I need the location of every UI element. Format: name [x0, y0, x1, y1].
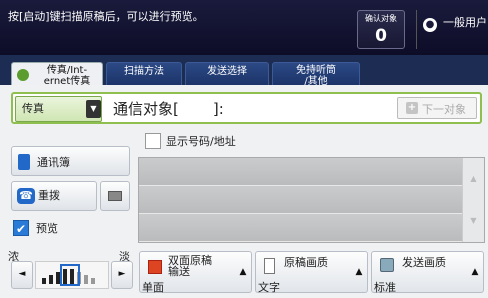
- scroll-down-icon[interactable]: ▼: [462, 200, 484, 242]
- quality-value: 文字: [258, 281, 280, 294]
- chevron-down-icon: ▼: [86, 100, 101, 118]
- darkness-step: [84, 275, 88, 284]
- tab-scan-method[interactable]: 扫描方法: [106, 62, 182, 85]
- scroll-up-icon[interactable]: ▲: [462, 158, 484, 200]
- checkmark-icon: ✔: [13, 220, 29, 236]
- address-book-label: 通讯簿: [37, 156, 70, 169]
- send-type-value: 传真: [22, 102, 44, 115]
- redial-button[interactable]: ☎ 重拨: [11, 181, 97, 211]
- plus-icon: +: [406, 102, 418, 114]
- quality-title: 原稿画质: [284, 256, 328, 269]
- phone-icon: ☎: [17, 188, 35, 204]
- darkness-step: [42, 278, 46, 284]
- recipient-list: ▲ ▼: [138, 157, 485, 243]
- darkness-indicator: [60, 264, 80, 286]
- arrow-right-icon: ►: [118, 269, 126, 279]
- tab-fax-label: 传真/Int- ernet传真: [43, 65, 91, 87]
- show-number-checkbox[interactable]: [145, 133, 161, 149]
- recipient-label: 通信对象[: [113, 100, 179, 118]
- send-quality-button[interactable]: 发送画质 标准 ▲: [371, 251, 484, 294]
- address-book-button[interactable]: 通讯簿: [11, 146, 130, 176]
- resolution-title: 发送画质: [402, 256, 446, 269]
- tab-fax[interactable]: 传真/Int- ernet传真: [11, 62, 103, 87]
- redial-label: 重拨: [38, 189, 60, 202]
- tab-send-options[interactable]: 发送选择: [185, 62, 269, 85]
- original-quality-button[interactable]: 原稿画质 文字 ▲: [255, 251, 368, 294]
- duplex-value: 单面: [142, 281, 164, 294]
- list-row[interactable]: [139, 186, 462, 214]
- darkness-step: [91, 278, 95, 284]
- confirm-recipients-label: 确认对象: [365, 14, 397, 23]
- next-recipient-button[interactable]: + 下一对象: [397, 97, 477, 119]
- lighter-button[interactable]: ►: [111, 261, 133, 289]
- preview-checkbox[interactable]: ✔ 预览: [11, 218, 130, 242]
- arrow-left-icon: ◄: [18, 269, 26, 279]
- triangle-up-icon: ▲: [239, 267, 247, 277]
- status-message: 按[启动]键扫描原稿后，可以进行预览。: [8, 10, 204, 23]
- darkness-slider[interactable]: [35, 261, 109, 289]
- user-icon: ●: [423, 18, 437, 32]
- show-number-label: 显示号码/地址: [166, 135, 236, 148]
- check-icon: [17, 69, 29, 81]
- duplex-icon: [148, 260, 162, 274]
- recipient-suffix: ]:: [212, 100, 224, 118]
- tab-handset-other[interactable]: 免持听筒 /其他: [272, 62, 360, 87]
- document-icon: [264, 258, 275, 274]
- address-book-icon: [18, 154, 30, 170]
- recipient-row: 传真 ▼ 通信对象[]: + 下一对象: [11, 92, 482, 124]
- triangle-up-icon: ▲: [355, 267, 363, 277]
- triangle-up-icon: ▲: [471, 267, 479, 277]
- keyboard-icon: [108, 191, 122, 201]
- list-row[interactable]: [139, 158, 462, 186]
- user-label: 一般用户: [443, 16, 487, 29]
- list-row[interactable]: [139, 214, 462, 242]
- recipient-count: 0: [375, 26, 387, 46]
- recipient-field[interactable]: 通信对象[]:: [113, 98, 224, 119]
- duplex-original-button[interactable]: 双面原稿 输送 单面 ▲: [139, 251, 252, 294]
- send-type-select[interactable]: 传真 ▼: [15, 96, 102, 122]
- duplex-title: 双面原稿 输送: [168, 254, 212, 278]
- resolution-value: 标准: [374, 281, 396, 294]
- next-recipient-label: 下一对象: [422, 103, 466, 116]
- magnifier-icon: [380, 258, 394, 272]
- darker-button[interactable]: ◄: [11, 261, 33, 289]
- darkness-step: [49, 275, 53, 284]
- preview-label: 预览: [36, 222, 58, 235]
- confirm-recipients-button[interactable]: 确认对象 0: [357, 10, 405, 49]
- keyboard-button[interactable]: [100, 181, 130, 211]
- user-button[interactable]: ● 一般用户: [416, 10, 488, 49]
